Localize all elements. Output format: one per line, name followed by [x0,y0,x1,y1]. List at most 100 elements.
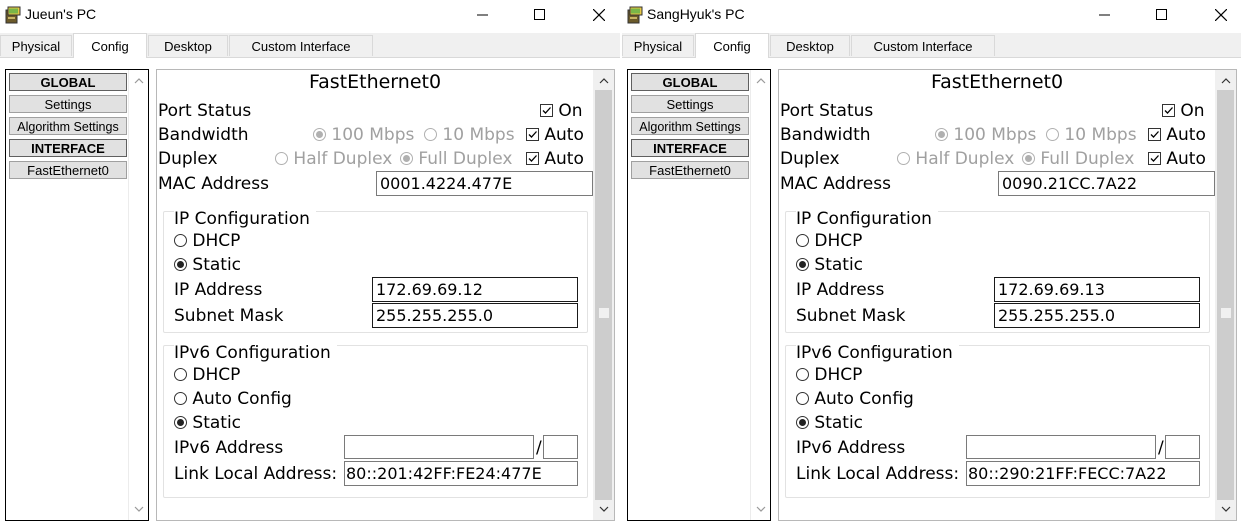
ipv6-auto-config-radio[interactable] [174,392,187,405]
mac-address-field[interactable]: 0090.21CC.7A22 [998,171,1215,196]
config-scrollbar[interactable] [593,70,614,520]
bandwidth-100-radio[interactable] [313,128,326,141]
ipv4-dhcp-radio[interactable] [796,234,809,247]
tab-custom-interface[interactable]: Custom Interface [851,35,995,56]
duplex-auto-checkbox[interactable] [1148,152,1161,165]
config-scroll-up-button[interactable] [1215,72,1236,90]
ipv6-dhcp-radio[interactable] [796,368,809,381]
bandwidth-100-option[interactable]: 100 Mbps [935,125,1036,145]
bandwidth-10-option[interactable]: 10 Mbps [1046,125,1137,145]
ipv6-dhcp-option[interactable]: DHCP [796,365,862,385]
bandwidth-100-radio[interactable] [935,128,948,141]
sidebar-item-algorithm-settings[interactable]: Algorithm Settings [9,117,127,135]
sidebar-item-algorithm-settings[interactable]: Algorithm Settings [631,117,749,135]
ipv6-address-field[interactable] [966,435,1156,459]
config-scroll-thumb[interactable] [595,90,612,500]
link-local-address-field[interactable]: 80::290:21FF:FECC:7A22 [966,461,1200,486]
title-bar[interactable]: Jueun's PC [0,0,620,32]
link-local-address-field[interactable]: 80::201:42FF:FE24:477E [344,461,578,486]
ipv6-static-option[interactable]: Static [174,413,241,433]
minimize-button[interactable] [1082,0,1128,30]
tab-desktop[interactable]: Desktop [770,35,850,56]
sidebar-item-fastethernet0[interactable]: FastEthernet0 [9,161,127,179]
sidebar-scroll-up-button[interactable] [751,72,770,90]
subnet-mask-field[interactable]: 255.255.255.0 [994,303,1200,328]
bandwidth-auto-option[interactable]: Auto [1148,125,1206,145]
bandwidth-10-radio[interactable] [424,128,437,141]
config-scroll-thumb[interactable] [1217,90,1234,500]
ipv4-static-radio[interactable] [796,258,809,271]
port-status-toggle[interactable]: On [540,101,583,121]
subnet-mask-field[interactable]: 255.255.255.0 [372,303,578,328]
half-duplex-radio[interactable] [275,152,288,165]
config-scroll-down-button[interactable] [593,500,614,518]
close-button[interactable] [1198,0,1241,30]
half-duplex-radio[interactable] [897,152,910,165]
sidebar-scroll-up-button[interactable] [129,72,148,90]
tab-custom-interface[interactable]: Custom Interface [229,35,373,56]
sidebar-scrollbar[interactable] [128,70,148,520]
ip-address-field[interactable]: 172.69.69.12 [372,277,578,302]
ipv6-dhcp-radio[interactable] [174,368,187,381]
ipv6-prefix-field[interactable] [543,435,578,459]
config-scroll-up-button[interactable] [593,72,614,90]
bandwidth-100-option[interactable]: 100 Mbps [313,125,414,145]
ipv6-static-radio[interactable] [796,416,809,429]
maximize-button[interactable] [517,0,563,30]
sidebar-interface-header[interactable]: INTERFACE [9,139,127,157]
sidebar-global-header[interactable]: GLOBAL [9,73,127,91]
ipv6-auto-config-option[interactable]: Auto Config [174,389,292,409]
minimize-button[interactable] [460,0,506,30]
ipv4-static-radio[interactable] [174,258,187,271]
ipv6-address-field[interactable] [344,435,534,459]
close-button[interactable] [576,0,622,30]
mac-address-field[interactable]: 0001.4224.477E [376,171,593,196]
sidebar-item-settings[interactable]: Settings [9,95,127,113]
bandwidth-auto-option[interactable]: Auto [526,125,584,145]
full-duplex-option[interactable]: Full Duplex [400,149,512,169]
port-on-checkbox[interactable] [1162,104,1175,117]
bandwidth-auto-checkbox[interactable] [526,128,539,141]
full-duplex-radio[interactable] [400,152,413,165]
port-on-checkbox[interactable] [540,104,553,117]
half-duplex-option[interactable]: Half Duplex [897,149,1014,169]
sidebar-global-header[interactable]: GLOBAL [631,73,749,91]
ipv6-auto-config-option[interactable]: Auto Config [796,389,914,409]
tab-physical[interactable]: Physical [0,35,72,56]
ip-address-field[interactable]: 172.69.69.13 [994,277,1200,302]
ipv4-dhcp-option[interactable]: DHCP [796,231,862,251]
bandwidth-10-option[interactable]: 10 Mbps [424,125,515,145]
sidebar-scrollbar[interactable] [750,70,770,520]
tab-config[interactable]: Config [73,33,147,58]
config-scrollbar[interactable] [1215,70,1236,520]
full-duplex-radio[interactable] [1022,152,1035,165]
duplex-auto-option[interactable]: Auto [526,149,584,169]
duplex-auto-checkbox[interactable] [526,152,539,165]
title-bar[interactable]: SangHyuk's PC [622,0,1241,32]
duplex-auto-option[interactable]: Auto [1148,149,1206,169]
maximize-button[interactable] [1139,0,1185,30]
sidebar-item-fastethernet0[interactable]: FastEthernet0 [631,161,749,179]
sidebar-scroll-down-button[interactable] [129,500,148,518]
sidebar-interface-header[interactable]: INTERFACE [631,139,749,157]
bandwidth-10-radio[interactable] [1046,128,1059,141]
tab-config[interactable]: Config [695,33,769,58]
tab-physical[interactable]: Physical [622,35,694,56]
ipv6-static-radio[interactable] [174,416,187,429]
ipv4-static-option[interactable]: Static [174,255,241,275]
port-status-toggle[interactable]: On [1162,101,1205,121]
bandwidth-auto-checkbox[interactable] [1148,128,1161,141]
ipv6-dhcp-option[interactable]: DHCP [174,365,240,385]
ipv6-static-option[interactable]: Static [796,413,863,433]
ipv6-auto-config-radio[interactable] [796,392,809,405]
tab-desktop[interactable]: Desktop [148,35,228,56]
ipv4-static-option[interactable]: Static [796,255,863,275]
half-duplex-option[interactable]: Half Duplex [275,149,392,169]
full-duplex-option[interactable]: Full Duplex [1022,149,1134,169]
ipv6-prefix-field[interactable] [1165,435,1200,459]
sidebar-scroll-down-button[interactable] [751,500,770,518]
sidebar-item-settings[interactable]: Settings [631,95,749,113]
ipv4-dhcp-radio[interactable] [174,234,187,247]
ipv4-dhcp-option[interactable]: DHCP [174,231,240,251]
config-scroll-down-button[interactable] [1215,500,1236,518]
